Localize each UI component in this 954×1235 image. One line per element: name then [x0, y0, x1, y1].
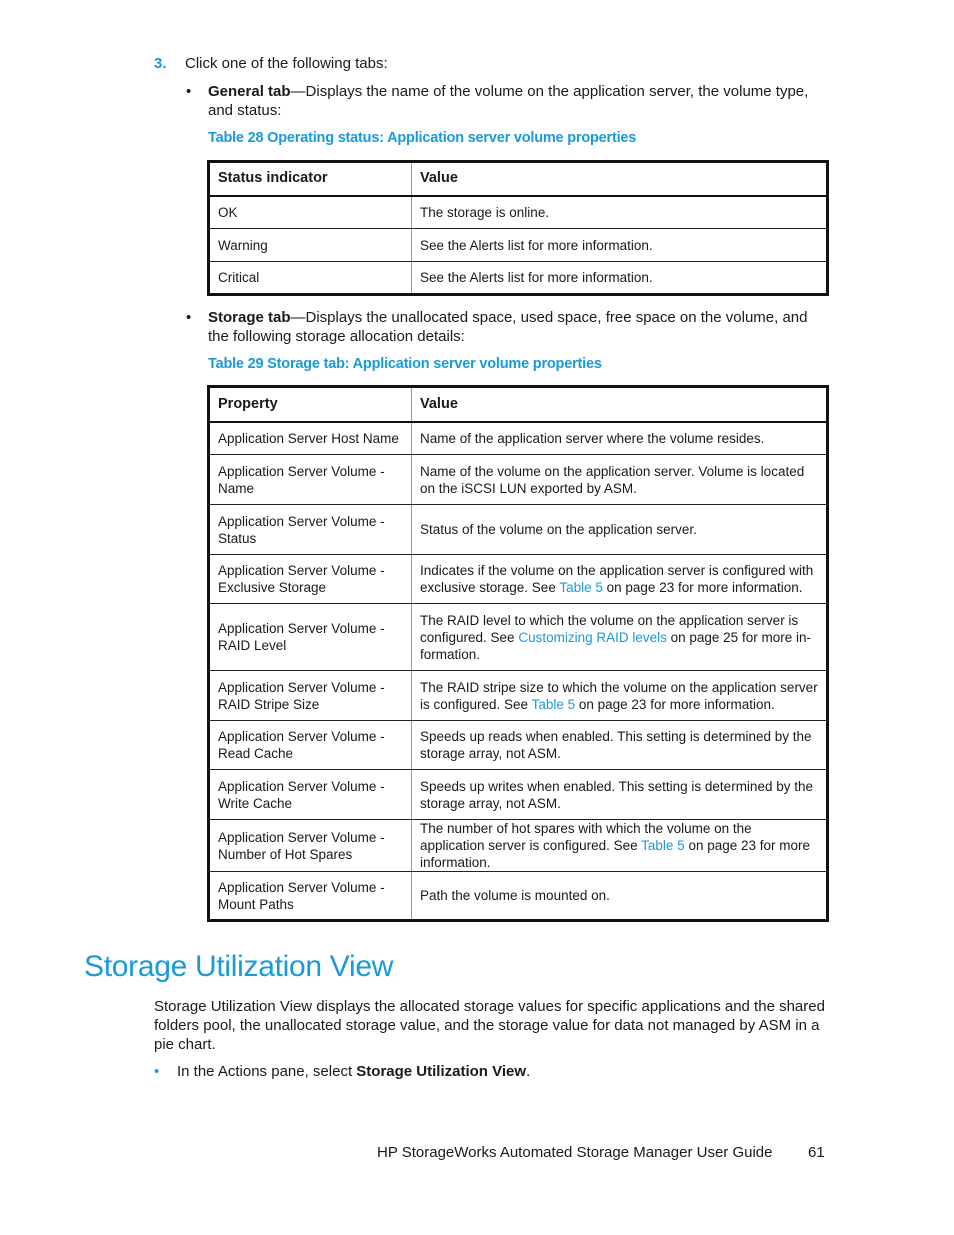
value-cell: See the Alerts list for more information…	[411, 261, 828, 295]
step-text: Click one of the following tabs:	[185, 55, 388, 72]
table-header-row: Status indicator Value	[208, 161, 828, 196]
status-indicator-cell: OK	[208, 195, 412, 229]
column-header-status: Status indicator	[208, 161, 412, 196]
property-cell: Application Server Volume - Mount Paths	[208, 871, 412, 921]
property-cell: Application Server Volume - Status	[208, 504, 412, 555]
table-header-row: Property Value	[208, 386, 828, 422]
property-cell: Application Server Volume - Name	[208, 454, 412, 505]
property-cell: Application Server Volume - Read Cache	[208, 720, 412, 770]
value-text: Speeds up writes when enabled. This sett…	[420, 778, 813, 811]
value-text: Status of the volume on the application …	[420, 522, 697, 537]
bullet-icon: •	[186, 309, 192, 326]
value-text: Speeds up reads when enabled. This setti…	[420, 729, 812, 761]
table-row: Application Server Volume - Status Status…	[208, 504, 828, 555]
column-header-value: Value	[411, 386, 828, 422]
table-row: OK The storage is online.	[208, 195, 828, 229]
table28: Status indicator Value OK The storage is …	[207, 160, 829, 296]
action-instruction: • In the Actions pane, select Storage Uti…	[154, 1062, 530, 1081]
value-text: Name of the volume on the application se…	[420, 463, 805, 496]
value-cell: Speeds up reads when enabled. This setti…	[411, 720, 828, 770]
value-cell: The RAID level to which the volume on th…	[411, 603, 828, 671]
table-row: Application Server Volume - RAID Level Th…	[208, 603, 828, 671]
column-header-property: Property	[208, 386, 412, 422]
value-text: Path the volume is mounted on.	[420, 888, 610, 903]
column-header-value: Value	[411, 161, 828, 196]
table-row: Application Server Volume - Exclusive St…	[208, 554, 828, 604]
table-row: Application Server Host Name Name of the …	[208, 421, 828, 455]
general-tab-bullet: • General tab—Displays the name of the v…	[186, 82, 831, 120]
action-suffix: .	[526, 1063, 531, 1080]
table-row: Application Server Volume - RAID Stripe …	[208, 670, 828, 721]
value-cell: The number of hot spares with which the …	[411, 819, 828, 872]
table-row: Application Server Volume - Name Name of …	[208, 454, 828, 505]
cross-reference-link[interactable]: Table 5	[641, 838, 685, 853]
property-cell: Application Server Volume - Exclusive St…	[208, 554, 412, 604]
status-indicator-cell: Warning	[208, 228, 412, 262]
value-cell: Status of the volume on the application …	[411, 504, 828, 555]
table-row: Application Server Volume - Number of Ho…	[208, 819, 828, 872]
bullet-icon: •	[186, 83, 192, 100]
property-cell: Application Server Volume - Write Cache	[208, 769, 412, 820]
table-row: Application Server Volume - Mount Paths P…	[208, 871, 828, 921]
value-text: on page 23 for more information.	[602, 580, 803, 595]
value-text: on page 23 for more information.	[575, 696, 775, 712]
section-paragraph: Storage Utilization View displays the al…	[154, 998, 825, 1053]
status-indicator-cell: Critical	[208, 261, 412, 295]
property-cell: Application Server Volume - Number of Ho…	[208, 819, 412, 872]
bullet-icon: •	[154, 1063, 160, 1080]
action-target: Storage Utilization View	[356, 1063, 527, 1080]
table-row: Application Server Volume - Write Cache S…	[208, 769, 828, 820]
storage-tab-description: —Displays the unallocated space, used sp…	[208, 309, 808, 345]
value-cell: See the Alerts list for more information…	[411, 228, 828, 262]
table-row: Critical See the Alerts list for more inf…	[208, 261, 828, 295]
value-text: Name of the application server where the…	[420, 430, 765, 446]
table29: Property Value Application Server Host N…	[207, 385, 829, 922]
footer-title: HP StorageWorks Automated Storage Manage…	[377, 1144, 773, 1161]
general-tab-description: —Displays the name of the volume on the …	[208, 83, 809, 119]
table29-caption: Table 29 Storage tab: Application server…	[208, 356, 602, 372]
table-row: Application Server Volume - Read Cache Sp…	[208, 720, 828, 770]
general-tab-label: General tab	[208, 83, 291, 100]
property-cell: Application Server Host Name	[208, 421, 412, 455]
section-title: Storage Utilization View	[84, 950, 394, 983]
value-cell: The RAID stripe size to which the volume…	[411, 670, 828, 721]
action-prefix: In the Actions pane, select	[177, 1063, 357, 1080]
value-cell: Name of the application server where the…	[411, 421, 828, 455]
page-number: 61	[808, 1144, 825, 1161]
storage-tab-bullet: • Storage tab—Displays the unallocated s…	[186, 308, 831, 346]
value-cell: Speeds up writes when enabled. This sett…	[411, 769, 828, 820]
cross-reference-link[interactable]: Table 5	[532, 697, 576, 712]
table-row: Warning See the Alerts list for more info…	[208, 228, 828, 262]
step-3: 3. Click one of the following tabs:	[154, 54, 388, 73]
property-cell: Application Server Volume - RAID Stripe …	[208, 670, 412, 721]
value-cell: The storage is online.	[411, 195, 828, 229]
table28-caption: Table 28 Operating status: Application s…	[208, 130, 637, 146]
property-cell: Application Server Volume - RAID Level	[208, 603, 412, 671]
cross-reference-link[interactable]: Customizing RAID levels	[518, 630, 667, 645]
value-cell: Path the volume is mounted on.	[411, 871, 828, 921]
step-number: 3.	[154, 55, 167, 72]
storage-tab-label: Storage tab	[208, 309, 291, 326]
value-cell: Indicates if the volume on the applicati…	[411, 554, 828, 604]
cross-reference-link[interactable]: Table 5	[559, 580, 603, 595]
value-cell: Name of the volume on the application se…	[411, 454, 828, 505]
